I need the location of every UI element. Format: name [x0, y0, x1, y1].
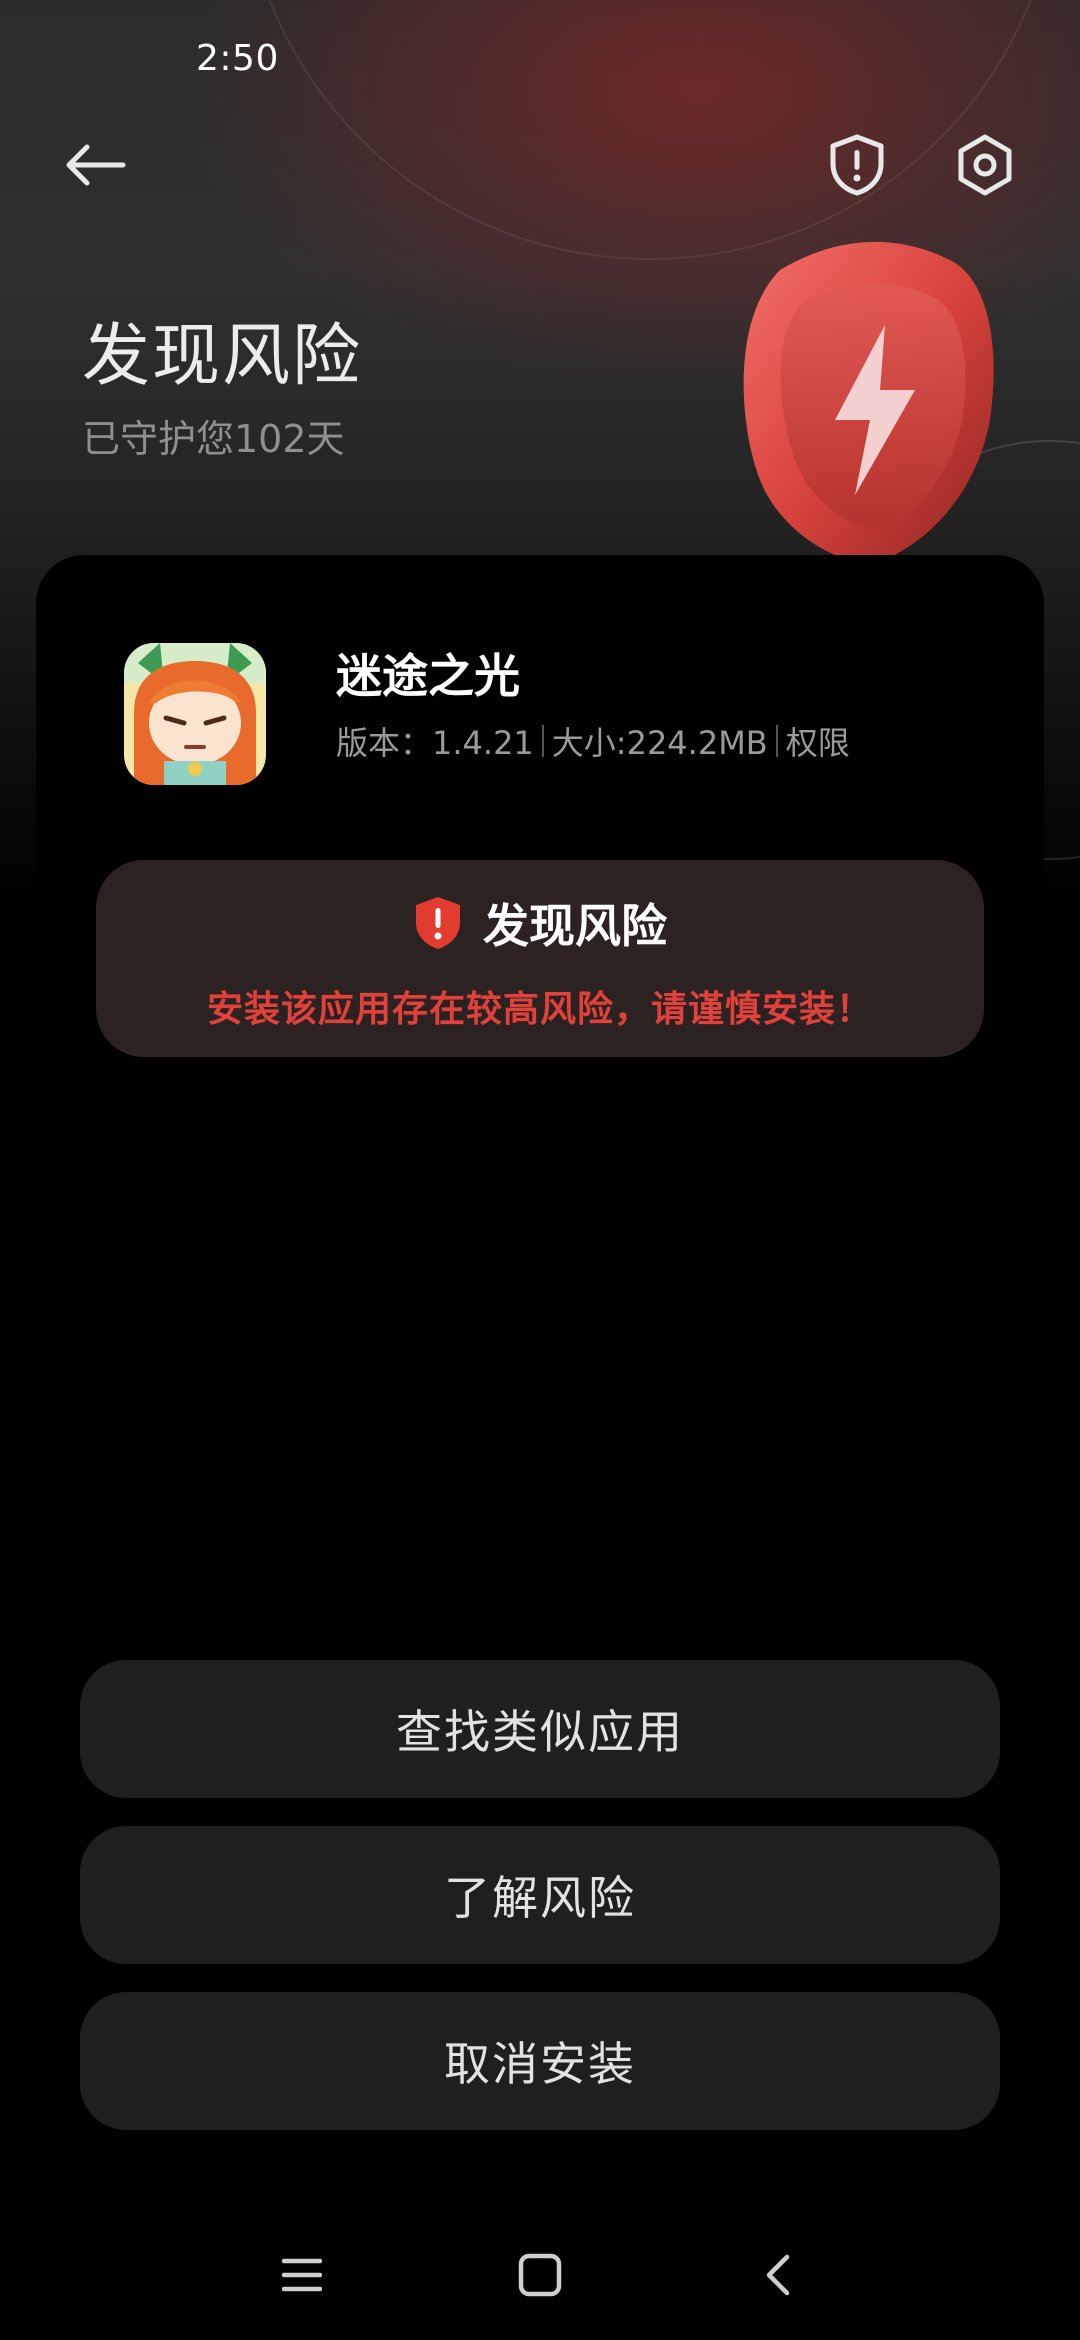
- app-icon-image: [124, 643, 266, 785]
- nav-home-button[interactable]: [500, 2240, 580, 2310]
- permissions-link[interactable]: 权限: [786, 718, 850, 764]
- risk-message: 安装该应用存在较高风险，请谨慎安装！: [206, 989, 873, 1030]
- risk-header: 发现风险: [96, 890, 984, 956]
- nav-recents-button[interactable]: [262, 2240, 342, 2310]
- app-version: 版本：1.4.21: [336, 724, 534, 762]
- meta-divider: [775, 725, 778, 757]
- app-size: 大小:224.2MB: [551, 724, 768, 762]
- menu-icon: [282, 2258, 322, 2292]
- app-icon: [124, 643, 266, 785]
- system-navigation-bar: [0, 2230, 1080, 2320]
- chevron-left-icon: [766, 2254, 790, 2296]
- settings-button[interactable]: [940, 120, 1030, 210]
- shield-alert-icon: [830, 134, 884, 196]
- meta-divider: [541, 725, 544, 757]
- page-title: 发现风险: [82, 317, 363, 396]
- cancel-install-button[interactable]: 取消安装: [80, 1992, 1000, 2130]
- back-arrow-icon: [66, 144, 126, 186]
- risk-title: 发现风险: [483, 899, 667, 953]
- back-button[interactable]: [50, 120, 140, 210]
- learn-risk-button[interactable]: 了解风险: [80, 1826, 1000, 1964]
- install-risk-screen: 2:50 发现风险 已守护您102天 迷途之光 版本：1.4.21 大小:224…: [0, 0, 1080, 2340]
- security-shield-button[interactable]: [812, 120, 902, 210]
- home-square-icon: [518, 2253, 562, 2297]
- risk-warning-box: 发现风险 安装该应用存在较高风险，请谨慎安装！: [96, 860, 984, 1057]
- app-meta: 版本：1.4.21 大小:224.2MB 权限: [336, 718, 850, 764]
- status-bar-time: 2:50: [196, 38, 279, 79]
- lightning-shield-icon: [743, 241, 994, 566]
- nav-back-button[interactable]: [738, 2240, 818, 2310]
- risk-alert-icon: [416, 897, 460, 949]
- app-name: 迷途之光: [336, 649, 520, 703]
- gear-icon: [958, 134, 1012, 196]
- protection-days-subtitle: 已守护您102天: [82, 417, 345, 461]
- find-similar-apps-button[interactable]: 查找类似应用: [80, 1660, 1000, 1798]
